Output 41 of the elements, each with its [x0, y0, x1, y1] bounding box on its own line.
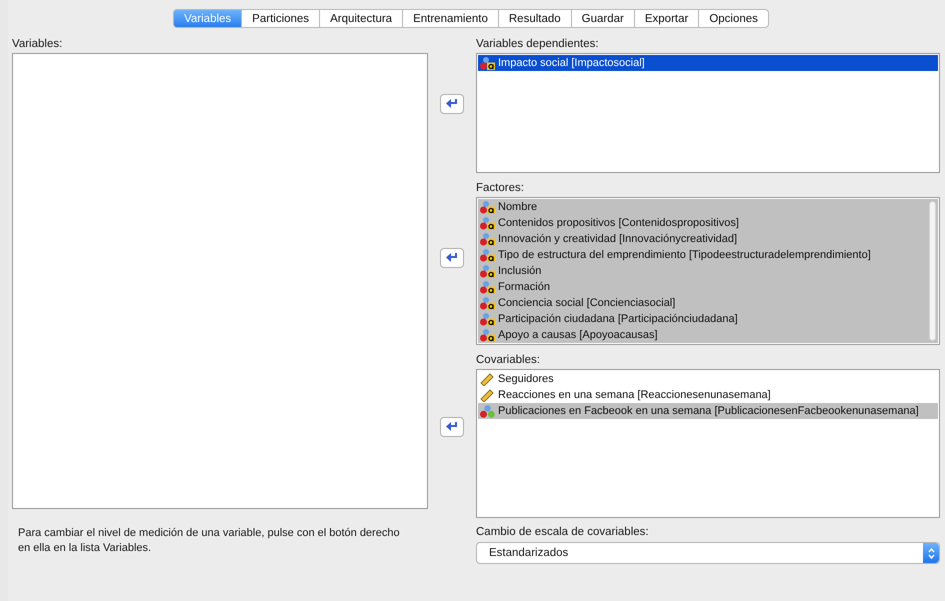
nominal-string-icon — [480, 248, 495, 262]
rescale-label: Cambio de escala de covariables: — [476, 526, 650, 538]
variable-item[interactable]: Reacciones en una semana [Reaccionesenunasemana] — [478, 387, 938, 403]
tab[interactable]: Guardar — [572, 9, 635, 28]
nominal-string-icon — [480, 264, 495, 278]
stepper-icon — [928, 548, 934, 558]
tab[interactable]: Arquitectura — [320, 9, 404, 28]
variable-item[interactable]: Seguidores — [478, 371, 938, 387]
nominal-string-icon — [480, 232, 495, 246]
ruler-icon — [480, 372, 495, 386]
list-label: Variables: — [12, 38, 64, 50]
arrow-left-icon — [446, 422, 458, 432]
nominal-string-icon — [480, 56, 495, 70]
variable-list[interactable]: Impacto social [Impactosocial] — [476, 53, 940, 173]
nominal-string-icon — [480, 216, 495, 230]
arrow-left-icon — [446, 99, 458, 109]
hint-text: Para cambiar el nivel de medición de una variable, pulse con el botón derecho en ella en la lista Variables. — [17, 526, 401, 556]
nominal-icon — [480, 404, 495, 418]
move-button[interactable] — [440, 248, 464, 268]
rescale-dropdown[interactable]: Estandarizados — [476, 542, 940, 564]
tab[interactable]: Resultado — [498, 9, 572, 28]
list-label: Covariables: — [476, 354, 541, 366]
move-button[interactable] — [440, 94, 464, 114]
tab[interactable]: Entrenamiento — [403, 9, 499, 28]
tab[interactable]: Exportar — [634, 9, 700, 28]
nominal-string-icon — [480, 296, 495, 310]
variable-list[interactable]: Seguidores Reacciones en una semana [Reaccionesenunasemana] Publicaciones en Facbeook en una semana [PublicacionesenFacbeookenunasemana] — [476, 369, 940, 518]
variable-list[interactable] — [476, 197, 940, 345]
nominal-string-icon — [480, 200, 495, 214]
variable-item[interactable]: Publicaciones en Facbeook en una semana [PublicacionesenFacbeookenunasemana] — [478, 403, 938, 419]
list-label: Factores: — [476, 182, 525, 194]
move-button[interactable] — [440, 417, 464, 437]
list-label: Variables dependientes: — [476, 38, 600, 50]
arrow-left-icon — [446, 253, 458, 263]
tab[interactable]: Opciones — [699, 9, 769, 28]
nominal-string-icon — [480, 280, 495, 294]
scrollbar[interactable] — [929, 201, 936, 341]
tab[interactable]: Particiones — [242, 9, 320, 28]
nominal-string-icon — [480, 312, 495, 326]
nominal-string-icon — [480, 328, 495, 342]
variable-item[interactable]: Impacto social [Impactosocial] — [478, 55, 938, 71]
